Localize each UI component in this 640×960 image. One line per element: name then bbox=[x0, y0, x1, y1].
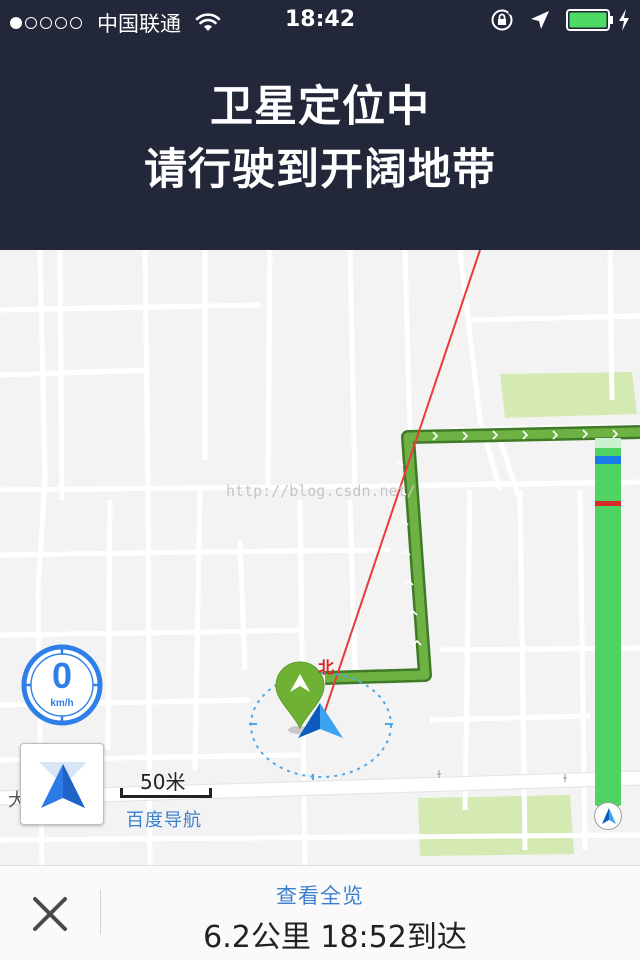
battery-icon bbox=[566, 9, 613, 31]
view-overview-link[interactable]: 查看全览 bbox=[100, 880, 540, 910]
speed-unit: km/h bbox=[50, 698, 74, 709]
status-bar: 中国联通 18:42 bbox=[0, 0, 640, 40]
speed-dial: 0 km/h bbox=[20, 643, 104, 727]
compass-arrow-icon bbox=[39, 762, 87, 808]
close-icon[interactable] bbox=[26, 888, 74, 936]
banner-title: 卫星定位中 bbox=[210, 82, 430, 132]
banner-subtitle: 请行驶到开阔地带 bbox=[144, 145, 496, 195]
progress-red-marker bbox=[595, 500, 621, 506]
park-area bbox=[500, 372, 637, 418]
map-watermark: http://blog.csdn.net/ bbox=[226, 482, 416, 500]
location-arrow-icon bbox=[531, 11, 549, 29]
navigation-header: 中国联通 18:42 卫星定位中 请行驶到开阔地带 bbox=[0, 0, 640, 250]
progress-blue-marker bbox=[595, 456, 621, 465]
bottom-bar: 查看全览 6.2公里 18:52到达 bbox=[0, 865, 640, 960]
brand-label: 百度导航 bbox=[126, 810, 202, 831]
trip-summary: 6.2公里 18:52到达 bbox=[203, 920, 467, 955]
progress-position-icon bbox=[594, 802, 622, 830]
north-indicator: 北 bbox=[318, 658, 335, 677]
charging-bolt-icon bbox=[619, 9, 629, 31]
map-view[interactable]: 大 http://blog.csdn.net/ 北 0 km/h 50米 百度导… bbox=[0, 250, 640, 865]
heading-mode-button[interactable] bbox=[20, 743, 104, 825]
rotation-lock-icon bbox=[491, 9, 513, 31]
route-progress-bar bbox=[595, 438, 621, 806]
park-area bbox=[418, 795, 574, 856]
progress-bar-cap bbox=[595, 438, 621, 448]
speed-value: 0 bbox=[51, 655, 73, 696]
scale-bar bbox=[120, 788, 212, 798]
